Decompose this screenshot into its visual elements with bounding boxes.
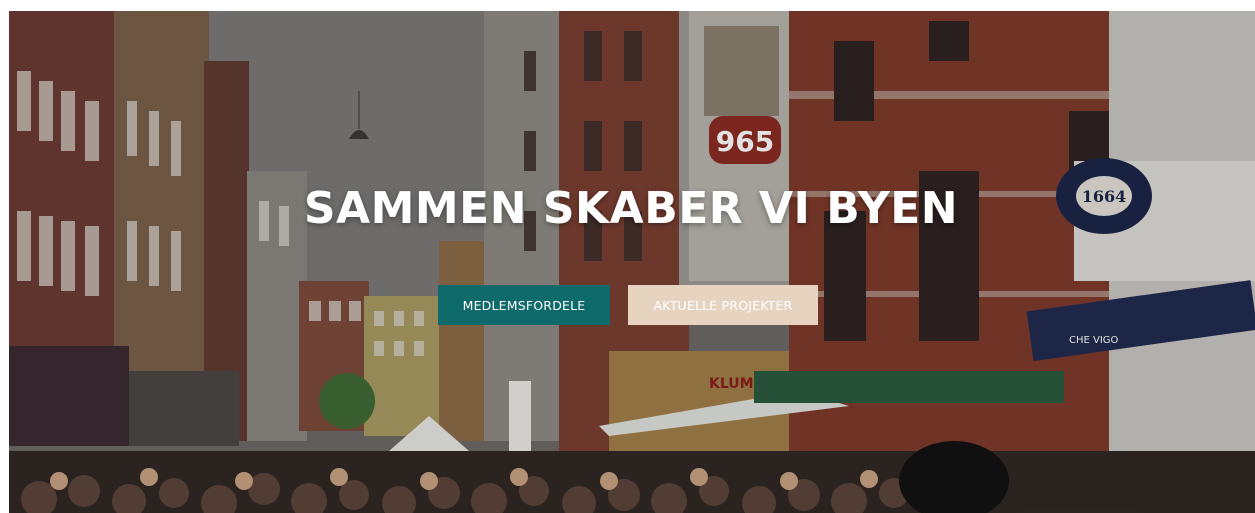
aktuelle-projekter-button[interactable]: AKTUELLE PROJEKTER [628, 285, 818, 325]
medlemsfordele-button[interactable]: MEDLEMSFORDELE [438, 285, 610, 325]
hero-section: 965 CHE VIGO 1664 KLUM [9, 11, 1255, 513]
hero-dark-overlay [9, 11, 1255, 513]
hero-headline: SAMMEN SKABER VI BYEN [303, 183, 959, 234]
